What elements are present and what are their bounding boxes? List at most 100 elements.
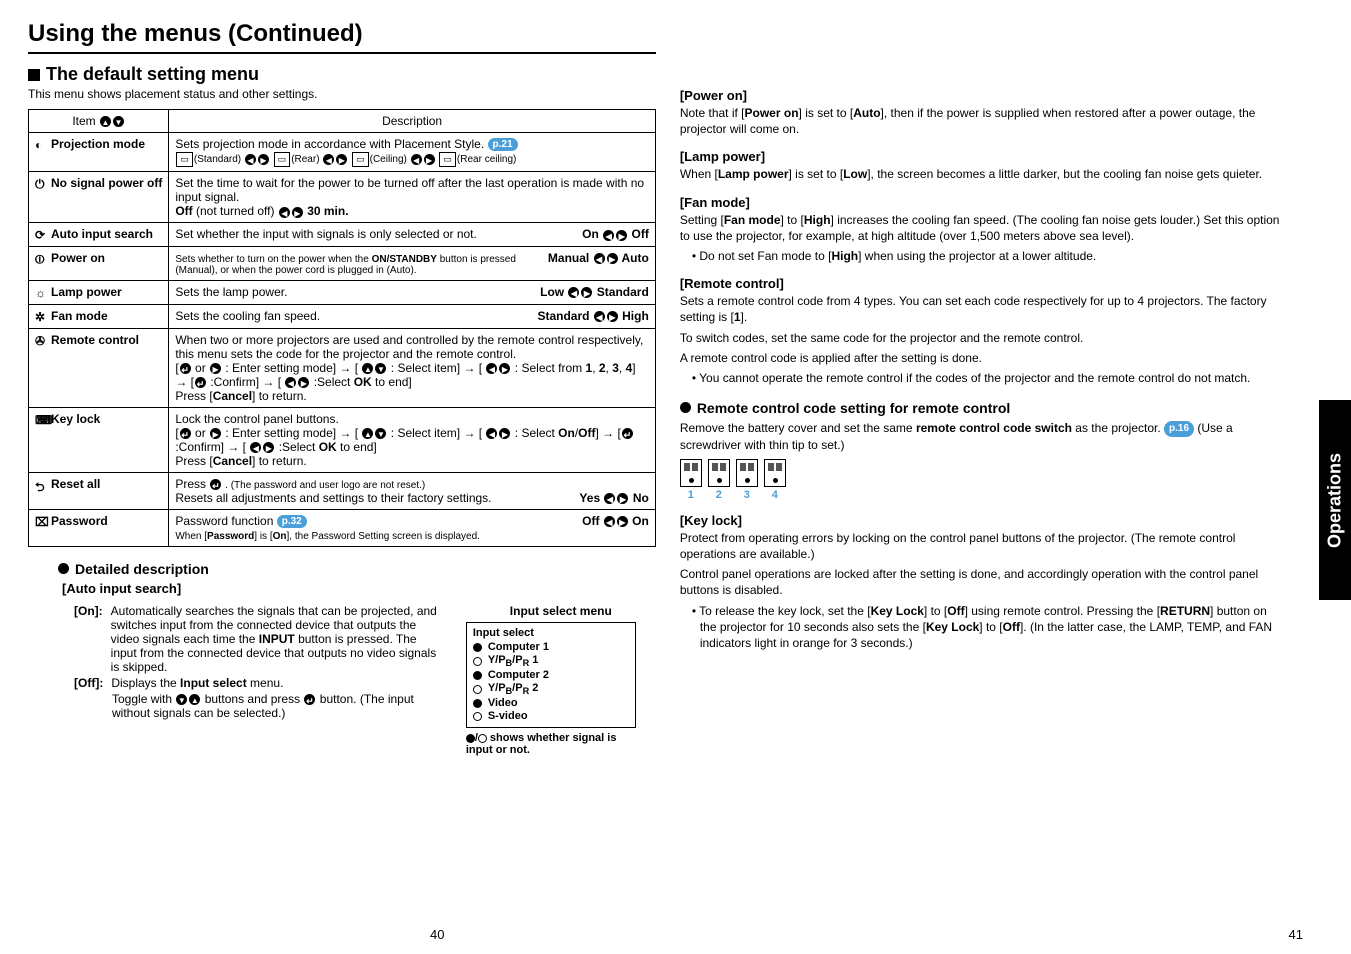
square-bullet-icon: [28, 69, 40, 81]
remote-control-text: Sets a remote control code from 4 types.…: [680, 293, 1283, 325]
right-icon: [499, 428, 510, 439]
down-icon: [375, 428, 386, 439]
lamp-power-heading: [Lamp power]: [680, 149, 1283, 164]
row-remote-control-desc: When two or more projectors are used and…: [169, 328, 655, 407]
enter-icon: [304, 694, 315, 705]
on-label: [On]:: [74, 604, 103, 674]
key-lock-heading: [Key lock]: [680, 513, 1283, 528]
left-icon: [594, 311, 605, 322]
row-projection-mode-label: ◐Projection mode: [29, 133, 169, 172]
left-icon: [486, 428, 497, 439]
signal-on-icon: [473, 699, 482, 708]
left-icon: [486, 363, 497, 374]
bullet-icon: [58, 563, 69, 574]
remote-control-text-3: A remote control code is applied after t…: [680, 350, 1283, 366]
switch-num: 2: [708, 489, 730, 501]
row-power-on-label: ⏼Power on: [29, 247, 169, 281]
remote-code-text: Remove the battery cover and set the sam…: [680, 420, 1283, 453]
remote-control-text-2: To switch codes, set the same code for t…: [680, 330, 1283, 346]
right-icon: [607, 311, 618, 322]
remote-control-list: You cannot operate the remote control if…: [680, 370, 1283, 386]
enter-icon: [180, 428, 191, 439]
left-icon: [285, 377, 296, 388]
right-icon: [263, 442, 274, 453]
input-item: Computer 1: [488, 641, 549, 653]
detailed-description-heading: Detailed description: [75, 561, 209, 577]
power-on-heading: [Power on]: [680, 88, 1283, 103]
reset-icon: ⮌: [35, 478, 49, 492]
page-ref: p.32: [277, 515, 307, 528]
switch-num: 1: [680, 489, 702, 501]
key-lock-text-2: Control panel operations are locked afte…: [680, 566, 1283, 598]
input-signal-note: / shows whether signal is input or not.: [466, 732, 646, 756]
page-number-left: 40: [430, 927, 444, 942]
page-ref: p.16: [1164, 421, 1194, 437]
right-icon: [210, 428, 221, 439]
lamp-icon: ☼: [35, 286, 49, 300]
proj-rear-ceiling-icon: ▭: [439, 152, 456, 167]
row-reset-all-label: ⮌Reset all: [29, 472, 169, 509]
up-icon: [189, 694, 200, 705]
input-select-header: Input select: [473, 627, 629, 639]
input-item: S-video: [488, 710, 528, 722]
settings-table: Item Description ◐Projection mode Sets p…: [28, 109, 656, 547]
row-no-signal-label: ⏻No signal power off: [29, 172, 169, 223]
row-key-lock-desc: Lock the control panel buttons. [ or : E…: [169, 407, 655, 472]
off-label: [Off]:: [74, 676, 103, 690]
input-select-menu-title: Input select menu: [466, 604, 656, 618]
switch-icon: [708, 459, 730, 487]
col-item-header: Item: [29, 110, 169, 133]
signal-on-icon: [466, 734, 475, 743]
proj-ceiling-icon: ▭: [352, 152, 369, 167]
switch-icon: [764, 459, 786, 487]
right-icon: [336, 154, 347, 165]
section-heading: The default setting menu: [28, 64, 656, 85]
page-number-right: 41: [1289, 927, 1303, 942]
side-tab: Operations: [1319, 400, 1351, 600]
right-icon: [292, 207, 303, 218]
remote-control-heading: [Remote control]: [680, 276, 1283, 291]
row-no-signal-desc: Set the time to wait for the power to be…: [169, 172, 655, 223]
left-icon: [604, 516, 615, 527]
input-item: Video: [488, 697, 518, 709]
row-lamp-power-label: ☼Lamp power: [29, 281, 169, 305]
switch-num: 4: [764, 489, 786, 501]
enter-icon: [180, 363, 191, 374]
row-fan-mode-label: ✲Fan mode: [29, 304, 169, 328]
fan-mode-list: Do not set Fan mode to [High] when using…: [680, 248, 1283, 264]
fan-icon: ✲: [35, 310, 49, 324]
remote-control-note: You cannot operate the remote control if…: [692, 370, 1283, 386]
remote-switch-diagram: [680, 459, 1283, 487]
right-icon: [581, 287, 592, 298]
row-auto-input-desc: Set whether the input with signals is on…: [169, 223, 655, 247]
row-power-on-desc: Sets whether to turn on the power when t…: [169, 247, 655, 281]
switch-num: 3: [736, 489, 758, 501]
auto-input-icon: ⟳: [35, 228, 49, 242]
projection-mode-icon: ◐: [35, 138, 49, 152]
enter-icon: [622, 428, 633, 439]
signal-on-icon: [473, 643, 482, 652]
key-lock-icon: ⌨: [35, 413, 49, 427]
power-on-text: Note that if [Power on] is set to [Auto]…: [680, 105, 1283, 137]
page-ref: p.21: [488, 138, 518, 151]
right-icon: [617, 493, 628, 504]
input-item: Y/PB/PR 1: [488, 654, 539, 668]
up-icon: [362, 363, 373, 374]
right-icon: [210, 363, 221, 374]
off-sub-description: Toggle with buttons and press button. (T…: [74, 692, 446, 720]
left-icon: [568, 287, 579, 298]
on-description: Automatically searches the signals that …: [111, 604, 446, 674]
down-icon: [176, 694, 187, 705]
auto-input-search-heading: [Auto input search]: [62, 581, 656, 596]
row-password-label: ⌧Password: [29, 509, 169, 546]
bullet-icon: [680, 402, 691, 413]
enter-icon: [195, 377, 206, 388]
row-projection-mode-desc: Sets projection mode in accordance with …: [169, 133, 655, 172]
input-select-box: Input select Computer 1 Y/PB/PR 1 Comput…: [466, 622, 636, 728]
fan-mode-note: Do not set Fan mode to [High] when using…: [692, 248, 1283, 264]
row-auto-input-label: ⟳Auto input search: [29, 223, 169, 247]
remote-icon: ✇: [35, 334, 49, 348]
key-lock-note: To release the key lock, set the [Key Lo…: [692, 603, 1283, 652]
section-heading-text: The default setting menu: [46, 64, 259, 85]
no-signal-icon: ⏻: [35, 177, 49, 191]
